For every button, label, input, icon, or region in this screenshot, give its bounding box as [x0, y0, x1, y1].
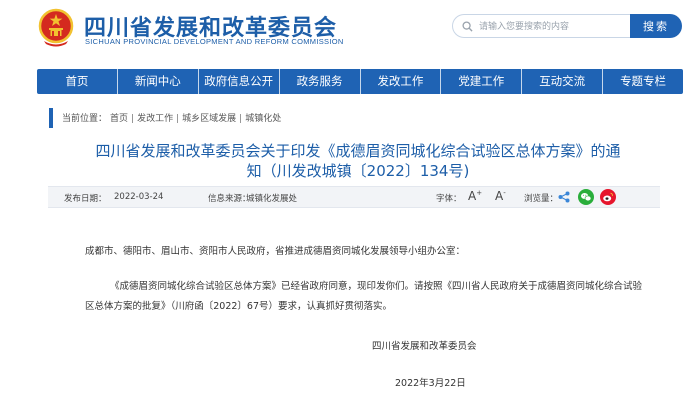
nav-item-services[interactable]: 政务服务	[278, 69, 360, 94]
search-box	[452, 14, 630, 38]
nav-item-interaction[interactable]: 互动交流	[521, 69, 602, 94]
search-input[interactable]	[479, 18, 627, 35]
breadcrumb-separator: |	[176, 114, 180, 124]
search-button[interactable]: 搜索	[630, 14, 682, 38]
breadcrumb-item-home[interactable]: 首页	[110, 114, 128, 124]
article-paragraph-line: 《成德眉资同城化综合试验区总体方案》已经省政府同意，现印发你们。请按照《四川省人…	[110, 281, 643, 292]
weibo-icon[interactable]	[600, 189, 616, 205]
share-icon[interactable]	[558, 191, 570, 203]
nav-item-topics[interactable]: 专题专栏	[602, 69, 683, 94]
breadcrumb: 当前位置： 首页 | 发改工作 | 城乡区域发展 | 城镇化处	[62, 111, 284, 124]
font-increase-button[interactable]: A+	[468, 189, 482, 203]
font-decrease-letter: A	[495, 189, 504, 203]
wechat-icon[interactable]	[578, 189, 594, 205]
nav-item-work[interactable]: 发改工作	[359, 69, 441, 94]
breadcrumb-separator: |	[131, 114, 135, 124]
breadcrumb-item-urbanization[interactable]: 城镇化处	[245, 114, 281, 124]
article-title: 四川省发展和改革委员会关于印发《成德眉资同城化综合试验区总体方案》的通 知（川发…	[78, 141, 638, 181]
nav-item-news[interactable]: 新闻中心	[116, 69, 198, 94]
article-date: 2022年3月22日	[395, 378, 466, 389]
nav-item-gov-info[interactable]: 政府信息公开	[197, 69, 279, 94]
article-title-line: 知（川发改城镇〔2022〕134号)	[246, 162, 470, 180]
publish-date-label: 发布日期：	[64, 194, 107, 204]
article-signature: 四川省发展和改革委员会	[372, 341, 477, 352]
font-size-label: 字体：	[436, 194, 462, 204]
source-label: 信息来源：	[208, 194, 251, 204]
breadcrumb-label: 当前位置：	[62, 114, 108, 124]
breadcrumb-accent	[49, 108, 53, 128]
search-icon	[462, 21, 473, 32]
font-decrease-button[interactable]: A-	[495, 189, 506, 203]
article-info-bar: 发布日期： 2022-03-24 信息来源： 城镇化发展处 字体： A+ A- …	[48, 186, 660, 208]
main-nav: 首页 新闻中心 政府信息公开 政务服务 发改工作 党建工作 互动交流 专题专栏	[37, 69, 683, 94]
breadcrumb-item-urban-rural[interactable]: 城乡区域发展	[182, 114, 236, 124]
national-emblem-icon[interactable]	[38, 8, 74, 48]
views-label: 浏览量：	[524, 194, 559, 204]
nav-item-home[interactable]: 首页	[37, 69, 117, 94]
breadcrumb-separator: |	[239, 114, 243, 124]
site-header: 四川省发展和改革委员会 SICHUAN PROVINCIAL DEVELOPME…	[0, 0, 700, 62]
breadcrumb-item-work[interactable]: 发改工作	[137, 114, 173, 124]
nav-item-party[interactable]: 党建工作	[440, 69, 521, 94]
source-value: 城镇化发展处	[246, 194, 298, 204]
article-addressee: 成都市、德阳市、眉山市、资阳市人民政府，省推进成德眉资同城化发展领导小组办公室：	[85, 246, 466, 257]
site-subtitle: SICHUAN PROVINCIAL DEVELOPMENT AND REFOR…	[85, 37, 344, 46]
font-decrease-mark: -	[503, 189, 506, 197]
article-title-line: 四川省发展和改革委员会关于印发《成德眉资同城化综合试验区总体方案》的通	[95, 142, 621, 160]
font-increase-mark: +	[476, 189, 483, 197]
article-paragraph-line: 区总体方案的批复》（川府函〔2022〕67号）要求，认真抓好贯彻落实。	[85, 301, 393, 312]
font-increase-letter: A	[468, 189, 477, 203]
publish-date: 2022-03-24	[114, 192, 164, 202]
